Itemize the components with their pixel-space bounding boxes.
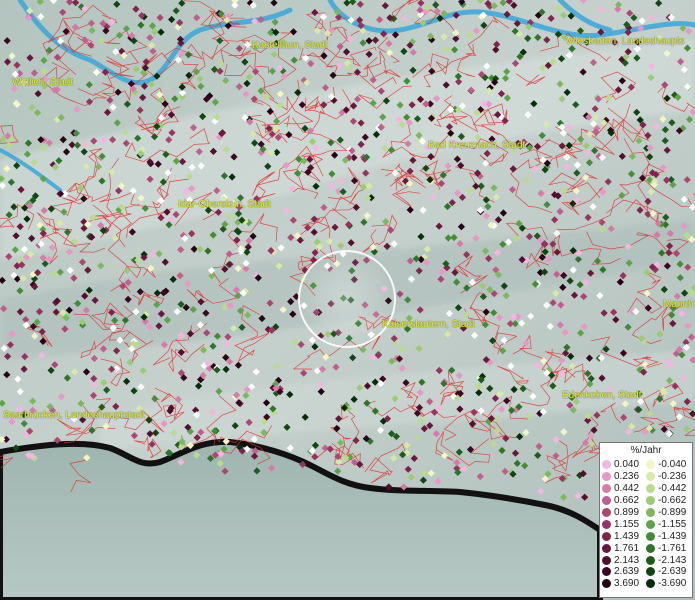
legend-negative-column: -0.040 -0.236 -0.442 -0.662 -0.899 -1.155 -1.4… <box>646 459 690 590</box>
legend-entry: 0.662 <box>602 495 646 507</box>
legend-value: 3.690 <box>614 578 640 590</box>
legend-swatch <box>646 508 655 517</box>
legend-value: -0.236 <box>658 471 687 483</box>
legend-entry: -0.442 <box>646 483 690 495</box>
legend-swatch <box>646 472 655 482</box>
legend-value: -2.143 <box>658 554 687 566</box>
legend-swatch <box>602 555 611 565</box>
legend-swatch <box>646 531 655 541</box>
legend-entry: -1.761 <box>646 542 690 554</box>
legend-swatch <box>646 555 655 565</box>
legend-value: 0.040 <box>614 459 640 471</box>
legend-entry: -2.639 <box>646 566 690 578</box>
legend-value: 2.639 <box>614 566 640 578</box>
legend-title: %/Jahr <box>630 445 662 456</box>
legend-entry: 1.155 <box>602 518 646 530</box>
legend-swatch <box>602 484 611 494</box>
legend-entry: 1.439 <box>602 530 646 542</box>
legend-value: 0.442 <box>614 483 640 495</box>
legend-entry: 3.690 <box>602 578 646 590</box>
legend-entry: 2.639 <box>602 566 646 578</box>
legend-entry: 0.442 <box>602 483 646 495</box>
legend-value: -0.899 <box>658 507 687 518</box>
legend-value: -1.439 <box>658 530 687 542</box>
legend-value: -3.690 <box>658 578 687 590</box>
legend-panel: %/Jahr 0.040 0.236 0.442 0.662 0.899 1.155 1.4… <box>599 442 693 598</box>
legend-entry: -2.143 <box>646 554 690 566</box>
legend-entry: -0.662 <box>646 495 690 507</box>
legend-value: -1.761 <box>658 542 687 554</box>
legend-swatch <box>646 460 655 470</box>
legend-entry: 2.143 <box>602 554 646 566</box>
legend-entry: -0.236 <box>646 471 690 483</box>
legend-value: -0.040 <box>658 459 687 471</box>
legend-value: -0.442 <box>658 483 687 495</box>
legend-swatch <box>602 567 611 577</box>
legend-entry: -1.155 <box>646 518 690 530</box>
legend-swatch <box>602 460 611 470</box>
legend-swatch <box>646 496 655 506</box>
legend-entry: 0.899 <box>602 507 646 519</box>
legend-swatch <box>646 519 655 529</box>
legend-positive-column: 0.040 0.236 0.442 0.662 0.899 1.155 1.439 1.761… <box>602 459 646 590</box>
legend-value: 2.143 <box>614 554 640 566</box>
legend-value: 0.236 <box>614 471 640 483</box>
legend-swatch <box>646 543 655 553</box>
legend-swatch <box>602 543 611 553</box>
legend-entry: 0.040 <box>602 459 646 471</box>
legend-swatch <box>602 531 611 541</box>
legend-swatch <box>602 508 611 517</box>
legend-swatch <box>646 484 655 494</box>
legend-value: -0.662 <box>658 495 687 507</box>
legend-swatch <box>646 567 655 577</box>
legend-entry: -1.439 <box>646 530 690 542</box>
map-view[interactable]: Wittlich, Stadt Kastellaun, Stadt Wiesba… <box>0 0 695 600</box>
legend-value: 1.439 <box>614 530 640 542</box>
selection-circle[interactable] <box>298 250 396 348</box>
legend-swatch <box>602 472 611 482</box>
legend-value: 1.155 <box>614 518 640 530</box>
legend-value: -1.155 <box>658 518 687 530</box>
legend-value: 0.662 <box>614 495 640 507</box>
legend-swatch <box>602 496 611 506</box>
legend-swatch <box>602 519 611 529</box>
legend-grid: 0.040 0.236 0.442 0.662 0.899 1.155 1.439 1.761… <box>600 457 692 590</box>
map-canvas[interactable] <box>0 0 695 600</box>
legend-entry: -0.899 <box>646 507 690 519</box>
legend-entry: -3.690 <box>646 578 690 590</box>
legend-value: -2.639 <box>658 566 687 578</box>
legend-value: 1.761 <box>614 542 640 554</box>
legend-entry: 1.761 <box>602 542 646 554</box>
legend-swatch <box>602 579 611 589</box>
legend-entry: 0.236 <box>602 471 646 483</box>
legend-entry: -0.040 <box>646 459 690 471</box>
legend-swatch <box>646 579 655 589</box>
legend-value: 0.899 <box>614 507 640 518</box>
